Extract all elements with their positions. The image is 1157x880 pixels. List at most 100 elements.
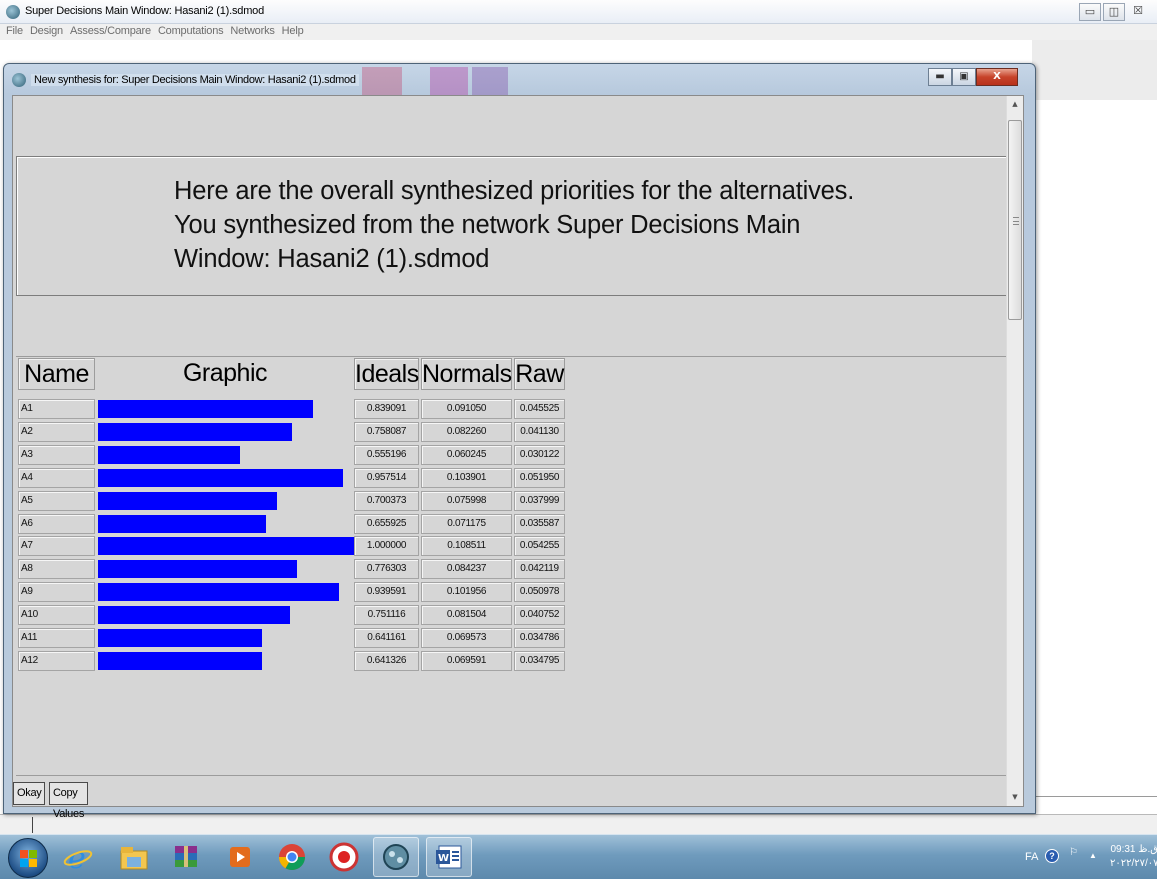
show-hidden-icons-icon[interactable]: ▲ — [1089, 851, 1097, 860]
clock[interactable]: 09:31 ق.ظ ۲۰۲۲/۲۷/۰۷ — [1110, 843, 1157, 871]
chrome-icon[interactable] — [276, 841, 308, 873]
decorative-tile — [430, 67, 468, 95]
priority-bar — [98, 583, 339, 602]
raw-value: 0.034795 — [514, 650, 565, 671]
ideal-value: 0.555196 — [354, 444, 419, 465]
scroll-up-arrow-icon[interactable]: ▲ — [1007, 96, 1023, 113]
raw-value: 0.035587 — [514, 513, 565, 534]
normal-value: 0.091050 — [421, 399, 512, 419]
raw-value: 0.041130 — [514, 421, 565, 442]
super-decisions-taskbar-icon[interactable] — [373, 837, 419, 877]
table-row: A9 0.939591 0.101956 0.050978 — [13, 582, 573, 604]
synthesis-window-controls: ▬ ▣ X — [928, 68, 1018, 86]
priority-bar — [98, 629, 262, 647]
clock-time: 09:31 ق.ظ — [1110, 844, 1157, 855]
table-row: A5 0.700373 0.075998 0.037999 — [13, 490, 573, 513]
taskbar: e W FA ? ⚐ ▲ 09:31 ق.ظ ۲۰۲۲/۲۷/۰۷ — [0, 834, 1157, 879]
divider — [1036, 796, 1157, 797]
table-row: A4 0.957514 0.103901 0.051950 — [13, 467, 573, 490]
normal-value: 0.084237 — [421, 559, 512, 580]
media-player-icon[interactable] — [224, 841, 256, 873]
synthesis-window-title: New synthesis for: Super Decisions Main … — [31, 74, 359, 86]
ideal-value: 1.000000 — [354, 536, 419, 557]
app-titlebar: Super Decisions Main Window: Hasani2 (1)… — [0, 0, 1157, 24]
alternative-name: A2 — [18, 421, 95, 442]
priority-bar — [98, 491, 277, 510]
scroll-down-arrow-icon[interactable]: ▼ — [1007, 789, 1023, 806]
recorder-icon[interactable] — [328, 841, 360, 873]
system-tray: FA ? ⚐ ▲ 09:31 ق.ظ ۲۰۲۲/۲۷/۰۷ — [1007, 835, 1157, 880]
alternative-name: A1 — [18, 399, 95, 419]
language-indicator[interactable]: FA — [1025, 851, 1038, 863]
alternative-name: A4 — [18, 467, 95, 488]
alternative-name: A11 — [18, 628, 95, 648]
copy-values-button[interactable]: Copy Values — [49, 782, 89, 820]
app-minimize-button[interactable]: ▭ — [1079, 3, 1101, 21]
priority-bar — [98, 537, 354, 556]
menu-design[interactable]: Design — [27, 24, 67, 40]
priority-bar — [98, 606, 290, 625]
alternative-name: A12 — [18, 650, 95, 671]
normal-value: 0.108511 — [421, 536, 512, 557]
app-restore-button[interactable]: ◫ — [1103, 3, 1125, 21]
vertical-scrollbar[interactable]: ▲ ▼ — [1006, 96, 1023, 806]
menu-networks[interactable]: Networks — [227, 24, 278, 40]
table-row: A12 0.641326 0.069591 0.034795 — [13, 650, 573, 673]
synthesis-client-area: Here are the overall synthesized priorit… — [12, 95, 1024, 820]
file-explorer-icon[interactable] — [118, 841, 150, 873]
normal-value: 0.082260 — [421, 421, 512, 442]
normal-value: 0.101956 — [421, 582, 512, 603]
okay-button[interactable]: Okay — [13, 782, 46, 805]
ideal-value: 0.641326 — [354, 650, 419, 671]
table-row: A7 1.000000 0.108511 0.054255 — [13, 536, 573, 558]
message-line-3: Window: Hasani2 (1).sdmod — [174, 245, 490, 273]
message-line-2: You synthesized from the network Super D… — [174, 211, 801, 239]
scroll-thumb[interactable] — [1008, 120, 1022, 320]
ideal-value: 0.839091 — [354, 399, 419, 419]
help-icon[interactable]: ? — [1045, 849, 1059, 863]
table-row: A3 0.555196 0.060245 0.030122 — [13, 444, 573, 467]
window-close-button[interactable]: X — [976, 68, 1018, 86]
header-ideals: Ideals — [354, 358, 419, 390]
normal-value: 0.069591 — [421, 650, 512, 671]
raw-value: 0.037999 — [514, 490, 565, 511]
word-taskbar-icon[interactable]: W — [426, 837, 472, 877]
synthesis-window-titlebar[interactable]: New synthesis for: Super Decisions Main … — [10, 67, 1030, 95]
alternative-name: A6 — [18, 513, 95, 534]
winrar-icon[interactable] — [170, 841, 202, 873]
table-row: A8 0.776303 0.084237 0.042119 — [13, 559, 573, 581]
network-icon[interactable]: ⚐ — [1069, 847, 1078, 858]
internet-explorer-icon[interactable]: e — [62, 841, 94, 873]
menu-file[interactable]: File — [3, 24, 27, 40]
ideal-value: 0.957514 — [354, 467, 419, 488]
ideal-value: 0.939591 — [354, 582, 419, 603]
raw-value: 0.045525 — [514, 399, 565, 419]
table-row: A1 0.839091 0.091050 0.045525 — [13, 399, 573, 421]
status-divider — [32, 817, 35, 833]
priority-bar — [98, 560, 297, 579]
priority-bar — [98, 400, 313, 418]
message-line-1: Here are the overall synthesized priorit… — [174, 177, 855, 205]
ideal-value: 0.655925 — [354, 513, 419, 534]
menu-help[interactable]: Help — [279, 24, 308, 40]
header-graphic: Graphic — [182, 359, 268, 387]
menu-assess-compare[interactable]: Assess/Compare — [67, 24, 155, 40]
priority-bar — [98, 422, 292, 441]
window-maximize-button[interactable]: ▣ — [952, 68, 976, 86]
normal-value: 0.075998 — [421, 490, 512, 511]
window-minimize-button[interactable]: ▬ — [928, 68, 952, 86]
start-button[interactable] — [8, 838, 48, 878]
alternative-name: A5 — [18, 490, 95, 511]
header-normals: Normals — [421, 358, 512, 390]
decorative-tile — [362, 67, 402, 95]
ideal-value: 0.758087 — [354, 421, 419, 442]
priority-bar — [98, 514, 266, 533]
clock-date: ۲۰۲۲/۲۷/۰۷ — [1110, 858, 1157, 869]
alternative-name: A10 — [18, 605, 95, 626]
normal-value: 0.081504 — [421, 605, 512, 626]
table-row: A11 0.641161 0.069573 0.034786 — [13, 628, 573, 650]
menu-computations[interactable]: Computations — [155, 24, 227, 40]
windows-logo-icon — [20, 850, 38, 868]
app-close-button[interactable]: ☒ — [1127, 3, 1149, 21]
normal-value: 0.071175 — [421, 513, 512, 534]
